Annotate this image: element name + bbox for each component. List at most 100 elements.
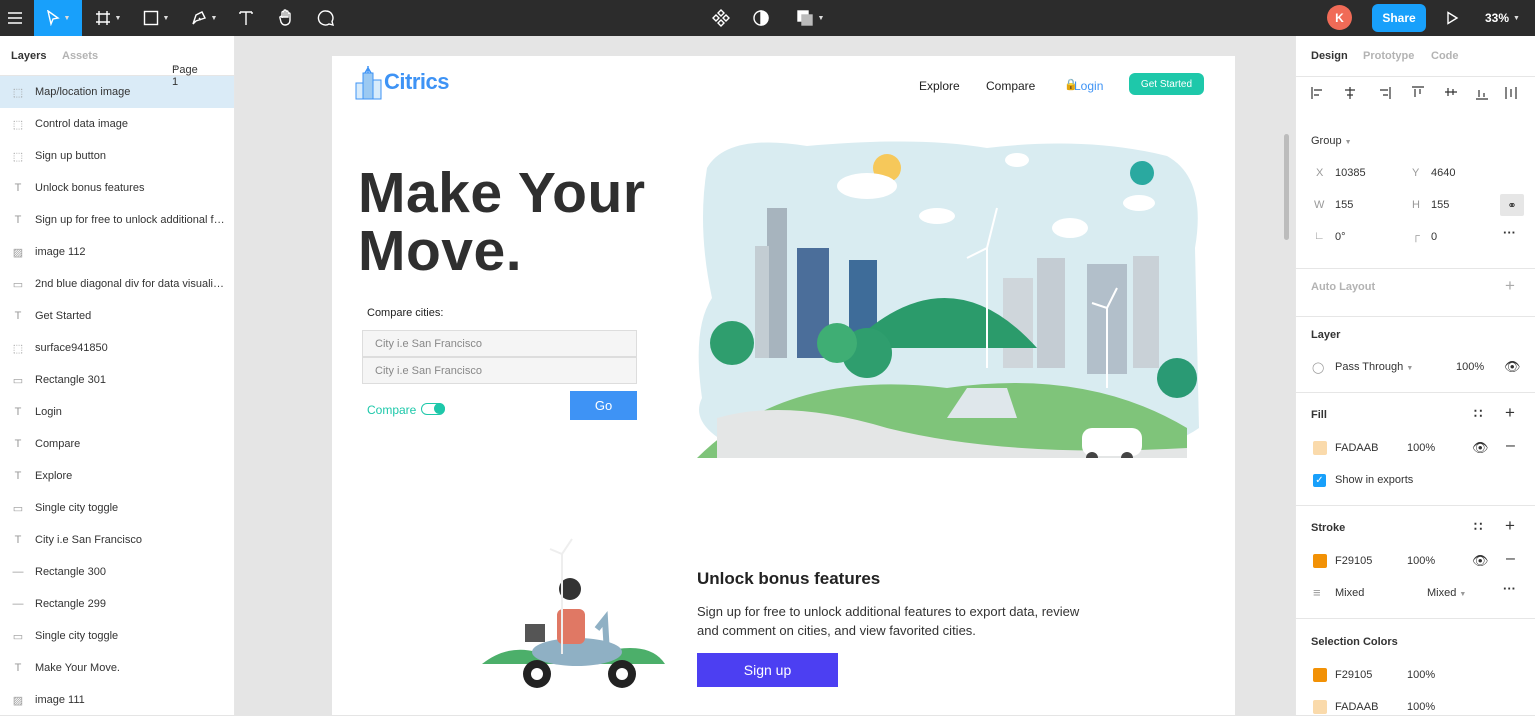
move-tool-button[interactable]: ▼ xyxy=(34,0,82,36)
toggle-knob xyxy=(434,403,445,414)
tab-prototype[interactable]: Prototype xyxy=(1363,50,1414,62)
layer-row[interactable]: — Rectangle 299 xyxy=(0,588,234,620)
align-icons[interactable] xyxy=(1310,85,1520,101)
get-started-button[interactable]: Get Started xyxy=(1129,73,1204,95)
layer-row[interactable]: ▭ Single city toggle xyxy=(0,620,234,652)
layer-row[interactable]: T Compare xyxy=(0,428,234,460)
add-icon[interactable]: + xyxy=(1505,276,1515,296)
add-icon[interactable]: + xyxy=(1505,516,1515,536)
layer-row[interactable]: T Login xyxy=(0,396,234,428)
main-menu-icon[interactable] xyxy=(0,0,30,36)
selection-color-swatch[interactable] xyxy=(1313,668,1327,682)
layer-row[interactable]: ▨ image 111 xyxy=(0,684,234,716)
show-in-exports-checkbox[interactable]: ✓ xyxy=(1313,474,1326,487)
hand-icon xyxy=(279,9,291,26)
comment-tool-button[interactable] xyxy=(312,0,340,36)
layer-row[interactable]: T Make Your Move. xyxy=(0,652,234,684)
hand-tool-button[interactable] xyxy=(272,0,300,36)
y-field[interactable]: 4640 xyxy=(1431,167,1455,179)
fill-hex[interactable]: FADAAB xyxy=(1335,442,1378,454)
canvas[interactable]: Citrics Explore Compare 🔒 Login Get Star… xyxy=(236,36,1295,715)
selection-color-opacity[interactable]: 100% xyxy=(1407,669,1435,681)
tab-code[interactable]: Code xyxy=(1431,50,1459,62)
design-frame[interactable]: Citrics Explore Compare 🔒 Login Get Star… xyxy=(332,56,1235,715)
nav-compare[interactable]: Compare xyxy=(986,79,1035,93)
group-dropdown[interactable]: Group ▼ xyxy=(1311,135,1352,147)
layer-row[interactable]: ⬚ surface941850 xyxy=(0,332,234,364)
layer-row[interactable]: ▭ 2nd blue diagonal div for data visualiz… xyxy=(0,268,234,300)
components-icon xyxy=(712,9,730,27)
layer-row[interactable]: ▭ Single city toggle xyxy=(0,492,234,524)
selection-color-hex[interactable]: FADAAB xyxy=(1335,701,1378,713)
mask-button[interactable] xyxy=(748,0,774,36)
city-input-1[interactable]: City i.e San Francisco xyxy=(362,330,637,357)
canvas-scrollbar[interactable] xyxy=(1284,134,1289,240)
pen-tool-button[interactable]: ▼ xyxy=(184,0,224,36)
x-field[interactable]: 10385 xyxy=(1335,167,1366,179)
rotation-field[interactable]: 0° xyxy=(1335,231,1346,243)
share-button[interactable]: Share xyxy=(1372,4,1426,32)
compare-toggle[interactable] xyxy=(421,403,445,415)
layer-row[interactable]: — Rectangle 300 xyxy=(0,556,234,588)
go-button[interactable]: Go xyxy=(570,391,637,420)
avatar[interactable]: K xyxy=(1327,5,1352,30)
eye-icon[interactable]: 👁 xyxy=(1472,553,1489,569)
scooter-illustration xyxy=(482,538,665,688)
more-icon[interactable]: ··· xyxy=(1503,581,1516,596)
layer-name: Compare xyxy=(35,438,81,450)
eye-icon[interactable]: 👁 xyxy=(1504,359,1521,375)
fill-opacity[interactable]: 100% xyxy=(1407,442,1435,454)
layer-row[interactable]: ⬚ Sign up button xyxy=(0,140,234,172)
layer-row[interactable]: T Sign up for free to unlock additional f… xyxy=(0,204,234,236)
stroke-align-dropdown[interactable]: Mixed ▼ xyxy=(1427,587,1466,599)
layer-row[interactable]: T Get Started xyxy=(0,300,234,332)
selection-color-hex[interactable]: F29105 xyxy=(1335,669,1372,681)
tab-layers[interactable]: Layers xyxy=(11,50,46,62)
layer-row[interactable]: T Explore xyxy=(0,460,234,492)
components-button[interactable] xyxy=(708,0,734,36)
selection-color-opacity[interactable]: 100% xyxy=(1407,701,1435,713)
zoom-dropdown[interactable]: 33% ▼ xyxy=(1485,0,1520,36)
remove-icon[interactable]: – xyxy=(1506,550,1515,568)
layer-row[interactable]: ▭ Rectangle 301 xyxy=(0,364,234,396)
add-icon[interactable]: + xyxy=(1505,403,1515,423)
constrain-proportions-button[interactable]: ⚭ xyxy=(1500,194,1524,216)
height-field[interactable]: 155 xyxy=(1431,199,1449,211)
stroke-opacity[interactable]: 100% xyxy=(1407,555,1435,567)
text-layer-icon: T xyxy=(14,438,22,450)
more-icon[interactable]: ··· xyxy=(1503,225,1516,240)
layer-opacity[interactable]: 100% xyxy=(1456,361,1484,373)
layer-row[interactable]: ▨ image 112 xyxy=(0,236,234,268)
blend-mode-dropdown[interactable]: Pass Through ▼ xyxy=(1335,361,1413,373)
shape-tool-button[interactable]: ▼ xyxy=(136,0,176,36)
remove-icon[interactable]: – xyxy=(1506,437,1515,455)
city-input-2[interactable]: City i.e San Francisco xyxy=(362,357,637,384)
nav-explore[interactable]: Explore xyxy=(919,79,960,93)
style-grid-icon[interactable]: ∷ xyxy=(1474,406,1482,422)
stroke-hex[interactable]: F29105 xyxy=(1335,555,1372,567)
layer-row[interactable]: ⬚ Control data image xyxy=(0,108,234,140)
tab-assets[interactable]: Assets xyxy=(62,50,98,62)
text-tool-button[interactable] xyxy=(232,0,260,36)
text-layer-icon: T xyxy=(14,182,22,194)
present-button[interactable] xyxy=(1440,0,1464,36)
compare-toggle-label: Compare xyxy=(367,403,417,417)
tab-design[interactable]: Design xyxy=(1311,50,1348,62)
stroke-swatch[interactable] xyxy=(1313,554,1327,568)
boolean-ops-button[interactable]: ▼ xyxy=(790,0,830,36)
stroke-weight-field[interactable]: Mixed xyxy=(1335,587,1364,599)
width-field[interactable]: 155 xyxy=(1335,199,1353,211)
stroke-align: Mixed xyxy=(1427,587,1457,599)
selection-color-swatch[interactable] xyxy=(1313,700,1327,714)
fill-swatch[interactable] xyxy=(1313,441,1327,455)
radius-field[interactable]: 0 xyxy=(1431,231,1437,243)
eye-icon[interactable]: 👁 xyxy=(1472,440,1489,456)
style-grid-icon[interactable]: ∷ xyxy=(1474,519,1482,535)
layer-row[interactable]: T City i.e San Francisco xyxy=(0,524,234,556)
sign-up-button[interactable]: Sign up xyxy=(697,653,838,687)
nav-login[interactable]: Login xyxy=(1074,79,1103,93)
frame-tool-button[interactable]: ▼ xyxy=(88,0,128,36)
layer-row[interactable]: ⬚ Map/location image xyxy=(0,76,234,108)
group-section: Group ▼ X 10385 Y 4640 W 155 H 155 ⚭ ∟ 0… xyxy=(1296,124,1535,284)
layer-row[interactable]: T Unlock bonus features xyxy=(0,172,234,204)
